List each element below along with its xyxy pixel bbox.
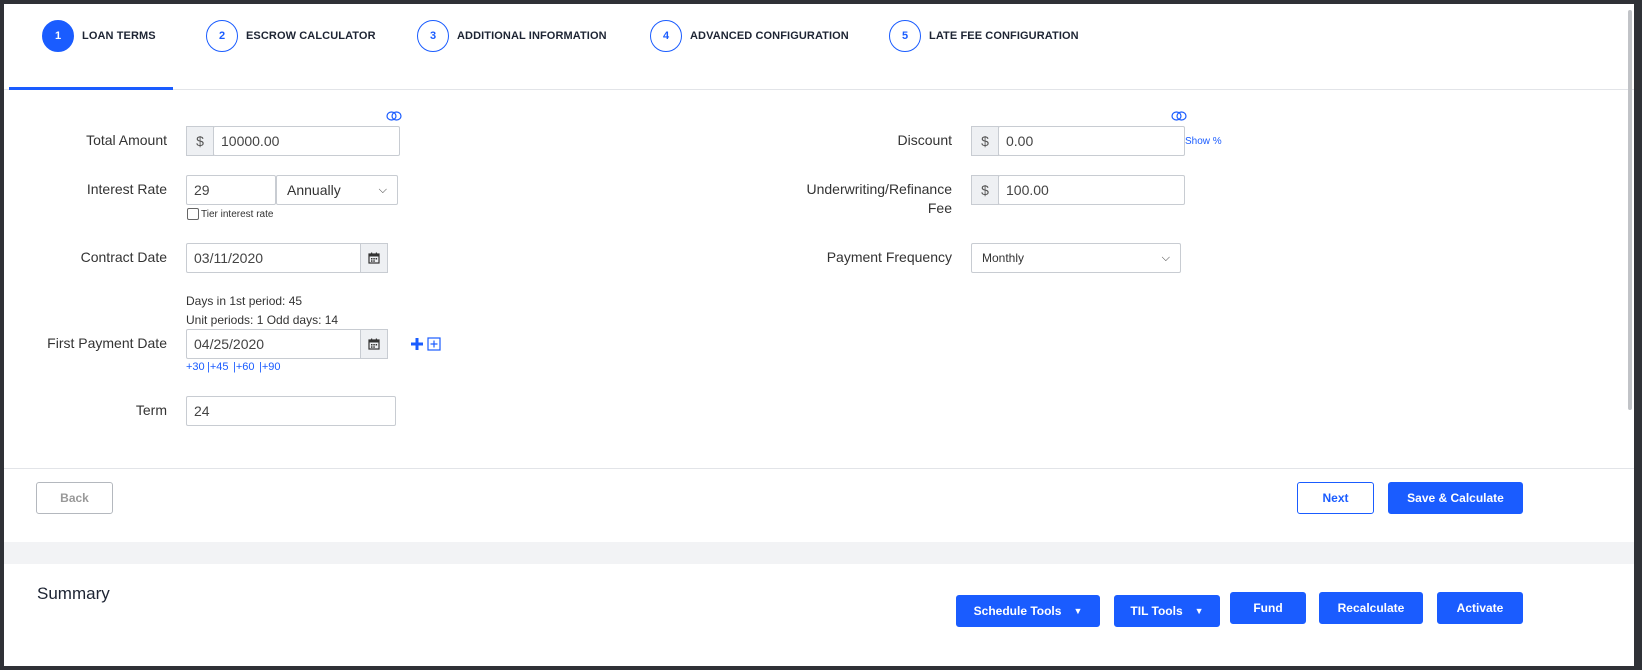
summary-title: Summary: [37, 584, 110, 603]
schedule-tools-label: Schedule Tools: [973, 604, 1062, 618]
step-label: LATE FEE CONFIGURATION: [929, 30, 1079, 42]
calendar-icon: [368, 338, 380, 350]
link-toggle-icon[interactable]: [386, 111, 402, 121]
term-label: Term: [135, 402, 167, 418]
active-step-underline: [9, 87, 173, 90]
step-late-fee-configuration[interactable]: 5 LATE FEE CONFIGURATION: [889, 19, 1079, 53]
quick-add-60[interactable]: |+60: [233, 361, 255, 373]
fund-button[interactable]: Fund: [1230, 592, 1306, 624]
caret-down-icon: ▼: [1194, 606, 1204, 616]
payment-frequency-select[interactable]: Monthly ⌵: [971, 243, 1181, 273]
recalculate-button[interactable]: Recalculate: [1319, 592, 1423, 624]
caret-down-icon: ▼: [1073, 606, 1083, 616]
step-number: 4: [650, 20, 682, 52]
chevron-down-icon: ⌵: [378, 183, 387, 196]
interest-period-select[interactable]: Annually ⌵: [276, 175, 398, 205]
payment-frequency-label: Payment Frequency: [826, 249, 952, 265]
next-button[interactable]: Next: [1297, 482, 1374, 514]
calendar-icon: [368, 252, 380, 264]
quick-add-45[interactable]: |+45: [207, 361, 229, 373]
underwriting-fee-input[interactable]: 100.00: [998, 175, 1185, 205]
wizard-stepper: 1 LOAN TERMS 2 ESCROW CALCULATOR 3 ADDIT…: [4, 4, 1634, 90]
quick-add-90[interactable]: |+90: [259, 361, 281, 373]
back-button[interactable]: Back: [36, 482, 113, 514]
discount-input[interactable]: 0.00: [998, 126, 1185, 156]
link-toggle-icon[interactable]: [1171, 111, 1187, 121]
contract-date-label: Contract Date: [80, 249, 167, 265]
discount-label: Discount: [897, 132, 952, 148]
unit-periods-info: Unit periods: 1 Odd days: 14: [186, 313, 339, 327]
step-loan-terms[interactable]: 1 LOAN TERMS: [42, 19, 156, 53]
step-escrow-calculator[interactable]: 2 ESCROW CALCULATOR: [206, 19, 376, 53]
tier-interest-label: Tier interest rate: [201, 209, 274, 220]
loan-form-frame: 1 LOAN TERMS 2 ESCROW CALCULATOR 3 ADDIT…: [4, 4, 1634, 666]
step-label: ESCROW CALCULATOR: [246, 30, 376, 42]
interest-rate-input[interactable]: 29: [186, 175, 276, 205]
schedule-tools-button[interactable]: Schedule Tools ▼: [956, 595, 1100, 627]
first-payment-date-label: First Payment Date: [47, 335, 167, 351]
step-additional-information[interactable]: 3 ADDITIONAL INFORMATION: [417, 19, 607, 53]
tier-interest-checkbox[interactable]: [187, 208, 199, 220]
step-number: 2: [206, 20, 238, 52]
contract-date-calendar-button[interactable]: [360, 243, 388, 273]
plus-icon[interactable]: [410, 337, 424, 351]
vertical-scrollbar[interactable]: [1628, 10, 1632, 410]
underwriting-fee-label-line2: Fee: [927, 200, 952, 216]
show-percent-link[interactable]: Show %: [1185, 136, 1222, 147]
section-separator: [4, 542, 1634, 564]
first-payment-calendar-button[interactable]: [360, 329, 388, 359]
til-tools-label: TIL Tools: [1130, 604, 1183, 618]
first-payment-date-input[interactable]: 04/25/2020: [186, 329, 362, 359]
save-calculate-button[interactable]: Save & Calculate: [1388, 482, 1523, 514]
add-box-icon[interactable]: [427, 337, 441, 351]
interest-rate-label: Interest Rate: [86, 181, 167, 197]
term-input[interactable]: 24: [186, 396, 396, 426]
chevron-down-icon: ⌵: [1161, 251, 1170, 264]
step-label: ADVANCED CONFIGURATION: [690, 30, 849, 42]
days-first-period: Days in 1st period: 45: [186, 294, 303, 308]
payment-frequency-value: Monthly: [982, 251, 1025, 265]
underwriting-fee-label-line1: Underwriting/Refinance: [806, 181, 952, 197]
step-number: 1: [42, 20, 74, 52]
step-number: 5: [889, 20, 921, 52]
step-number: 3: [417, 20, 449, 52]
activate-button[interactable]: Activate: [1437, 592, 1523, 624]
interest-period-value: Annually: [287, 182, 341, 198]
total-amount-currency: $: [186, 126, 214, 156]
underwriting-fee-currency: $: [971, 175, 999, 205]
step-label: ADDITIONAL INFORMATION: [457, 30, 607, 42]
til-tools-button[interactable]: TIL Tools ▼: [1114, 595, 1220, 627]
total-amount-label: Total Amount: [86, 132, 167, 148]
step-label: LOAN TERMS: [82, 30, 156, 42]
quick-add-30[interactable]: +30: [186, 361, 205, 373]
contract-date-input[interactable]: 03/11/2020: [186, 243, 362, 273]
form-divider: [4, 468, 1634, 469]
total-amount-input[interactable]: 10000.00: [213, 126, 400, 156]
discount-currency: $: [971, 126, 999, 156]
step-advanced-configuration[interactable]: 4 ADVANCED CONFIGURATION: [650, 19, 849, 53]
